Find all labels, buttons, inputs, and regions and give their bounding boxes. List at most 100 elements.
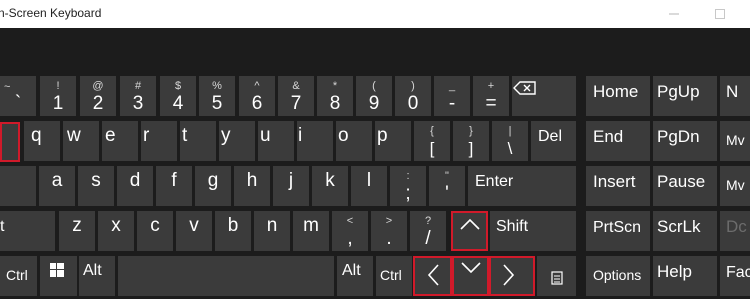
key-3[interactable]: # 3 bbox=[120, 76, 156, 116]
maximize-button[interactable] bbox=[697, 0, 743, 28]
key-windows[interactable] bbox=[40, 256, 77, 296]
key-options-label: Options bbox=[593, 267, 642, 283]
key-c[interactable]: c bbox=[137, 211, 173, 251]
key-arrow-down[interactable] bbox=[452, 256, 489, 296]
key-x[interactable]: x bbox=[98, 211, 134, 251]
key-7-shift: & bbox=[292, 80, 300, 92]
key-v[interactable]: v bbox=[176, 211, 212, 251]
key-u-label: u bbox=[260, 125, 271, 146]
key-5[interactable]: % 5 bbox=[199, 76, 235, 116]
key-numlock[interactable]: N bbox=[720, 76, 750, 116]
key-equal[interactable]: + = bbox=[473, 76, 509, 116]
key-6[interactable]: ^ 6 bbox=[239, 76, 275, 116]
key-home[interactable]: Home bbox=[586, 76, 650, 116]
key-1[interactable]: ! 1 bbox=[40, 76, 76, 116]
key-mv-up[interactable]: Mv bbox=[720, 121, 750, 161]
key-rbracket[interactable]: } ] bbox=[453, 121, 489, 161]
key-9-shift: ( bbox=[372, 80, 376, 92]
key-arrow-left[interactable] bbox=[413, 256, 452, 296]
key-alt-right[interactable]: Alt bbox=[337, 256, 373, 296]
key-2[interactable]: @ 2 bbox=[80, 76, 116, 116]
key-w[interactable]: w bbox=[63, 121, 99, 161]
minimize-button[interactable] bbox=[651, 0, 697, 28]
key-8[interactable]: * 8 bbox=[317, 76, 353, 116]
key-alt-left[interactable]: Alt bbox=[79, 256, 115, 296]
key-insert[interactable]: Insert bbox=[586, 166, 650, 206]
key-arrow-up[interactable] bbox=[451, 211, 488, 251]
key-u[interactable]: u bbox=[258, 121, 294, 161]
key-ctrl-left[interactable]: Ctrl bbox=[0, 256, 37, 296]
key-pgdn[interactable]: PgDn bbox=[653, 121, 717, 161]
key-i[interactable]: i bbox=[297, 121, 333, 161]
key-del[interactable]: Del bbox=[531, 121, 576, 161]
key-s[interactable]: s bbox=[78, 166, 114, 206]
key-options[interactable]: Options bbox=[586, 256, 650, 296]
key-5-label: 5 bbox=[211, 93, 223, 114]
key-backspace[interactable] bbox=[512, 76, 576, 116]
key-7[interactable]: & 7 bbox=[278, 76, 314, 116]
key-b[interactable]: b bbox=[215, 211, 251, 251]
key-ctrl-right[interactable]: Ctrl bbox=[376, 256, 412, 296]
key-dock[interactable]: Dc bbox=[720, 211, 750, 251]
key-z[interactable]: z bbox=[59, 211, 95, 251]
key-j[interactable]: j bbox=[273, 166, 309, 206]
key-9[interactable]: ( 9 bbox=[356, 76, 392, 116]
key-1-label: 1 bbox=[52, 93, 64, 114]
key-grave-label: ` bbox=[14, 93, 22, 114]
key-t[interactable]: t bbox=[180, 121, 216, 161]
key-o[interactable]: o bbox=[336, 121, 372, 161]
key-backslash[interactable]: | \ bbox=[492, 121, 528, 161]
key-end-label: End bbox=[593, 127, 624, 146]
key-shift-right[interactable]: Shift bbox=[490, 211, 576, 251]
key-q[interactable]: q bbox=[24, 121, 60, 161]
key-r[interactable]: r bbox=[141, 121, 177, 161]
key-quote[interactable]: " ' bbox=[429, 166, 465, 206]
key-8-shift: * bbox=[332, 80, 338, 92]
key-lbracket[interactable]: { [ bbox=[414, 121, 450, 161]
key-mv-down-label: Mv bbox=[726, 177, 745, 193]
key-d[interactable]: d bbox=[117, 166, 153, 206]
key-0[interactable]: ) 0 bbox=[395, 76, 431, 116]
key-shift-left[interactable]: t bbox=[0, 211, 55, 251]
title-bar: n-Screen Keyboard bbox=[0, 0, 750, 28]
key-help[interactable]: Help bbox=[653, 256, 717, 296]
key-z-label: z bbox=[72, 215, 82, 236]
key-tab[interactable] bbox=[0, 122, 20, 162]
key-4[interactable]: $ 4 bbox=[160, 76, 196, 116]
key-e[interactable]: e bbox=[102, 121, 138, 161]
key-pause[interactable]: Pause bbox=[653, 166, 717, 206]
key-5-shift: % bbox=[212, 80, 222, 92]
key-minus[interactable]: _ - bbox=[434, 76, 470, 116]
key-arrow-right[interactable] bbox=[489, 256, 535, 296]
key-enter[interactable]: Enter bbox=[468, 166, 576, 206]
key-pgup-label: PgUp bbox=[657, 82, 700, 101]
key-y[interactable]: y bbox=[219, 121, 255, 161]
key-p[interactable]: p bbox=[375, 121, 411, 161]
key-menu[interactable] bbox=[537, 256, 576, 296]
key-end[interactable]: End bbox=[586, 121, 650, 161]
key-prtscn[interactable]: PrtScn bbox=[586, 211, 650, 251]
key-g[interactable]: g bbox=[195, 166, 231, 206]
key-period[interactable]: > . bbox=[371, 211, 407, 251]
key-m[interactable]: m bbox=[293, 211, 329, 251]
key-f[interactable]: f bbox=[156, 166, 192, 206]
key-semicolon[interactable]: : ; bbox=[390, 166, 426, 206]
key-scrlk[interactable]: ScrLk bbox=[653, 211, 717, 251]
key-comma[interactable]: < , bbox=[332, 211, 368, 251]
key-mv-down[interactable]: Mv bbox=[720, 166, 750, 206]
key-semicolon-shift: : bbox=[406, 170, 410, 182]
key-space[interactable] bbox=[118, 256, 334, 296]
key-slash[interactable]: ? / bbox=[410, 211, 446, 251]
key-pgup[interactable]: PgUp bbox=[653, 76, 717, 116]
key-k[interactable]: k bbox=[312, 166, 348, 206]
key-m-label: m bbox=[303, 215, 319, 236]
key-n[interactable]: n bbox=[254, 211, 290, 251]
key-capslock[interactable] bbox=[0, 166, 36, 206]
key-fade[interactable]: Fac bbox=[720, 256, 750, 296]
key-l[interactable]: l bbox=[351, 166, 387, 206]
key-a[interactable]: a bbox=[39, 166, 75, 206]
key-grave[interactable]: ~ ` bbox=[0, 76, 36, 116]
key-semicolon-label: ; bbox=[405, 183, 411, 204]
key-h[interactable]: h bbox=[234, 166, 270, 206]
key-b-label: b bbox=[227, 215, 239, 236]
